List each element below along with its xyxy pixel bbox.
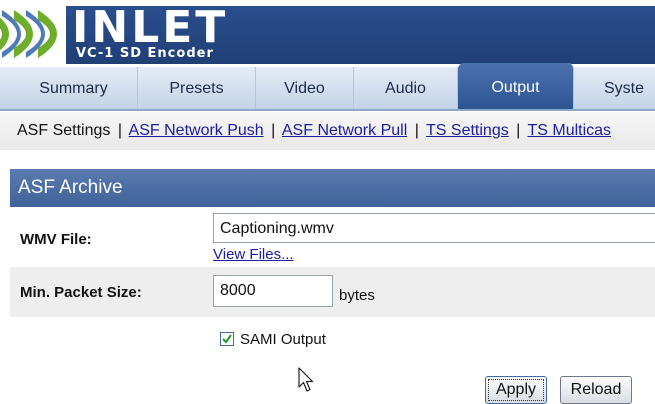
tab-system[interactable]: Syste	[574, 67, 655, 109]
subnav-link-ts-settings[interactable]: TS Settings	[426, 122, 509, 139]
subnav-separator: |	[117, 122, 122, 139]
form-row-sami-output: SAMI Output	[10, 317, 655, 362]
tab-audio[interactable]: Audio	[354, 67, 458, 109]
form-row-packet-size: Min. Packet Size: 8000 bytes	[10, 267, 655, 317]
tab-presets[interactable]: Presets	[138, 67, 256, 109]
section-title-asf-archive: ASF Archive	[10, 169, 655, 207]
subnav-separator: |	[271, 122, 276, 139]
sub-navigation: ASF Settings | ASF Network Push | ASF Ne…	[0, 112, 655, 150]
reload-button[interactable]: Reload	[560, 376, 632, 404]
subnav-current-asf-settings: ASF Settings	[17, 122, 111, 139]
sami-output-checkbox[interactable]	[220, 332, 234, 346]
brand-subtitle: VC-1 SD Encoder	[76, 46, 214, 61]
apply-button[interactable]: Apply	[485, 376, 547, 404]
subnav-link-ts-multicast[interactable]: TS Multicas	[527, 122, 611, 139]
packet-size-input[interactable]: 8000	[213, 275, 333, 307]
packet-size-label: Min. Packet Size:	[20, 284, 142, 301]
packet-size-unit: bytes	[339, 287, 375, 304]
subnav-link-asf-network-pull[interactable]: ASF Network Pull	[282, 122, 407, 139]
subnav-link-asf-network-push[interactable]: ASF Network Push	[129, 122, 264, 139]
mouse-cursor-icon	[298, 367, 314, 392]
tab-video[interactable]: Video	[256, 67, 354, 109]
tab-output[interactable]: Output	[458, 63, 574, 109]
inlet-logo-icon	[0, 10, 57, 58]
wmv-file-label: WMV File:	[20, 231, 92, 248]
sami-output-label: SAMI Output	[240, 331, 326, 348]
subnav-separator: |	[516, 122, 521, 139]
tab-summary[interactable]: Summary	[10, 67, 138, 109]
main-tab-bar: Summary Presets Video Audio Output Syste	[0, 63, 655, 111]
checkmark-icon	[222, 334, 232, 344]
subnav-separator: |	[414, 122, 419, 139]
form-row-wmv-file: WMV File: Captioning.wmv View Files...	[10, 207, 655, 267]
app-header: INLET VC-1 SD Encoder	[0, 0, 655, 67]
wmv-file-input[interactable]: Captioning.wmv	[213, 213, 655, 243]
view-files-link[interactable]: View Files...	[213, 246, 294, 263]
brand-banner: INLET VC-1 SD Encoder	[66, 2, 655, 64]
